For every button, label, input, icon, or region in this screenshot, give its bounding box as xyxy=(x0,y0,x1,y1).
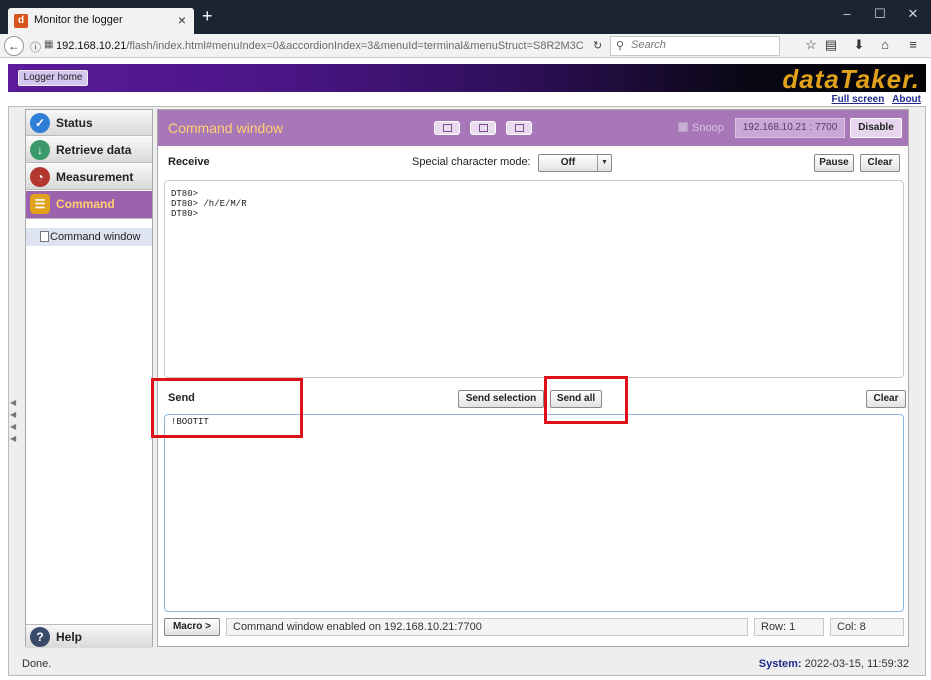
command-window-title: Command window xyxy=(168,120,284,136)
command-status-bar: Macro > Command window enabled on 192.16… xyxy=(164,618,904,638)
macro-button[interactable]: Macro > xyxy=(164,618,220,636)
row-indicator: Row: 1 xyxy=(754,618,824,636)
chevron-down-icon: ▼ xyxy=(597,155,611,171)
special-character-mode-select[interactable]: Off ▼ xyxy=(538,154,612,172)
system-time-value: 2022-03-15, 11:59:32 xyxy=(804,658,909,670)
sidebar-help[interactable]: ? Help xyxy=(26,624,152,648)
layout-split-icon[interactable] xyxy=(470,121,496,135)
snoop-label: Snoop xyxy=(692,122,724,134)
snoop-checkbox[interactable]: Snoop xyxy=(678,122,724,134)
full-screen-link[interactable]: Full screen xyxy=(832,94,885,105)
receive-line: DT80> xyxy=(171,209,199,219)
layout-receive-icon[interactable] xyxy=(434,121,460,135)
sidebar-item-measurement[interactable]: ◔ Measurement xyxy=(26,164,152,190)
receive-line: DT80> /h/E/M/R xyxy=(171,199,247,209)
about-link[interactable]: About xyxy=(892,94,921,105)
close-tab-icon[interactable]: × xyxy=(178,12,186,28)
page-info-icon[interactable]: ▦ xyxy=(44,39,53,50)
disable-button[interactable]: Disable xyxy=(850,118,902,138)
address-bar[interactable]: 192.168.10.21/flash/index.html#menuIndex… xyxy=(56,40,584,52)
datataker-logo: dataTaker. xyxy=(782,64,920,94)
browser-navbar: ← ⓘ ▦ 192.168.10.21/flash/index.html#men… xyxy=(0,34,931,58)
pause-button[interactable]: Pause xyxy=(814,154,854,172)
layout-send-icon[interactable] xyxy=(506,121,532,135)
document-icon xyxy=(40,231,49,242)
command-window-panel: Command window Snoop 192.168.10.21 : 770… xyxy=(151,109,909,647)
download-icon: ↓ xyxy=(30,140,50,160)
sidebar-item-label: Status xyxy=(56,116,93,130)
sidebar-item-retrieve-data[interactable]: ↓ Retrieve data xyxy=(26,137,152,163)
status-message: Command window enabled on 192.168.10.21:… xyxy=(226,618,748,636)
command-icon: ☰ xyxy=(30,194,50,214)
info-icon[interactable]: ⓘ xyxy=(30,39,41,55)
receive-clear-button[interactable]: Clear xyxy=(860,154,900,172)
gauge-icon: ◔ xyxy=(30,167,50,187)
browser-tab[interactable]: d Monitor the logger × xyxy=(8,8,194,34)
minimize-icon[interactable]: – xyxy=(832,6,862,21)
browser-status-text: Done. xyxy=(22,658,52,670)
browser-titlebar: d Monitor the logger × + – ☐ ✕ xyxy=(0,0,931,34)
new-tab-icon[interactable]: + xyxy=(202,6,213,27)
maximize-icon[interactable]: ☐ xyxy=(865,6,895,22)
search-input[interactable] xyxy=(631,39,771,51)
system-label: System: xyxy=(758,658,802,670)
sidebar-item-label: Retrieve data xyxy=(56,143,132,157)
web-page: Logger home dataTaker. Full screen About… xyxy=(0,58,931,680)
url-host: 192.168.10.21 xyxy=(56,40,127,52)
tab-title: Monitor the logger xyxy=(34,14,123,26)
send-clear-button[interactable]: Clear xyxy=(866,390,906,408)
back-arrow-icon[interactable]: ← xyxy=(4,36,24,56)
sidebar-item-command[interactable]: ☰ Command xyxy=(26,191,152,219)
reading-list-icon[interactable]: ▤ xyxy=(822,37,840,53)
sidebar-item-status[interactable]: ✓ Status xyxy=(26,110,152,136)
checkbox-icon xyxy=(678,122,688,132)
search-icon: ⚲ xyxy=(616,40,625,52)
command-window-header: Command window Snoop 192.168.10.21 : 770… xyxy=(158,110,908,146)
reload-icon[interactable]: ↻ xyxy=(593,39,602,52)
help-label: Help xyxy=(56,630,83,644)
receive-line: DT80> xyxy=(171,189,199,199)
receive-label: Receive xyxy=(168,156,210,168)
check-icon: ✓ xyxy=(30,113,50,133)
sidebar-subitem-command-window[interactable]: Command window xyxy=(26,228,152,246)
send-area-highlight xyxy=(151,378,303,438)
menu-icon[interactable]: ≡ xyxy=(904,37,922,52)
header-banner: Logger home dataTaker. xyxy=(8,64,926,94)
close-window-icon[interactable]: ✕ xyxy=(898,6,928,22)
receive-output[interactable]: DT80> DT80> /h/E/M/R DT80> xyxy=(164,180,904,378)
sidebar: ✓ Status ↓ Retrieve data ◔ Measurement ☰… xyxy=(25,109,153,648)
system-time: System: 2022-03-15, 11:59:32 xyxy=(759,658,909,670)
datataker-favicon-icon: d xyxy=(14,14,28,28)
sidebar-item-label: Measurement xyxy=(56,170,134,184)
bookmark-star-icon[interactable]: ☆ xyxy=(802,37,820,53)
download-icon[interactable]: ⬇ xyxy=(850,37,868,53)
collapse-sidebar-arrows-icon[interactable]: ◀ ◀ ◀ ◀ xyxy=(10,397,16,445)
special-character-mode-label: Special character mode: xyxy=(412,156,531,168)
send-selection-button[interactable]: Send selection xyxy=(458,390,544,408)
sidebar-item-label: Command xyxy=(56,197,115,211)
app-frame: ◀ ◀ ◀ ◀ ✓ Status ↓ Retrieve data ◔ Measurem… xyxy=(8,106,926,676)
help-icon: ? xyxy=(30,627,50,647)
col-indicator: Col: 8 xyxy=(830,618,904,636)
url-path: /flash/index.html#menuIndex=0&accordionI… xyxy=(126,40,584,52)
connection-address: 192.168.10.21 : 7700 xyxy=(735,118,845,138)
send-input[interactable]: !BOOTIT xyxy=(164,414,904,612)
home-icon[interactable]: ⌂ xyxy=(876,37,894,52)
logger-home-button[interactable]: Logger home xyxy=(18,70,88,86)
special-character-mode-value: Off xyxy=(560,157,576,168)
search-box[interactable]: ⚲ xyxy=(610,36,780,56)
top-links: Full screen About xyxy=(827,94,921,105)
send-all-highlight xyxy=(544,376,628,424)
sidebar-subitem-label: Command window xyxy=(50,231,141,243)
